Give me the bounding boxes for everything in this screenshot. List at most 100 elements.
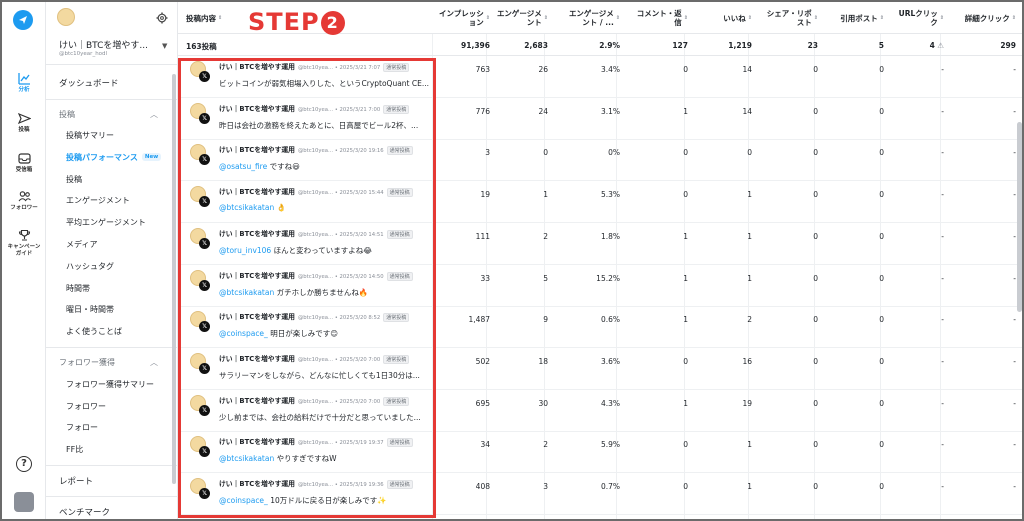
sidebar-item-follower-3[interactable]: FF比 <box>66 444 83 455</box>
rail-item-4[interactable]: キャンペーン ガイド <box>2 229 46 258</box>
column-header-4[interactable]: コメント・返信 ⇕ <box>620 2 688 34</box>
metric-cell: 1 <box>683 231 688 241</box>
mention-link[interactable]: @btcsikakatan <box>219 203 274 212</box>
column-header-6[interactable]: シェア・リポスト ⇕ <box>752 2 818 34</box>
table-row[interactable]: 𝕏 けい｜BTCを増やす運用 @btc10yea... • 2025/3/21 7:… <box>178 57 1022 98</box>
post-body: ビットコインが弱気相場入りした、というCryptoQuant CE... <box>219 79 429 88</box>
post-header: けい｜BTCを増やす運用 @btc10yea... • 2025/3/20 14:… <box>219 228 413 239</box>
mention-link[interactable]: @btcsikakatan <box>219 454 274 463</box>
metric-cell: 0.7% <box>600 482 620 491</box>
table-scrollbar[interactable] <box>1017 122 1022 312</box>
column-header-1[interactable]: インプレッション ⇕ <box>436 2 490 34</box>
totals-cell: 163投稿 <box>186 42 217 51</box>
post-text[interactable]: @coinspace_ 明日が楽しみです😊 <box>219 328 429 339</box>
metric-cell: 4.3% <box>600 398 620 408</box>
metric-cell: - <box>941 315 944 325</box>
sidebar-item-post-5[interactable]: メディア <box>66 239 97 250</box>
x-logo-icon: 𝕏 <box>199 279 210 291</box>
sidebar-item-post-0[interactable]: 投稿サマリー <box>66 130 114 141</box>
post-text[interactable]: @btcsikakatan 👌 <box>219 203 429 212</box>
app-logo-icon[interactable] <box>13 10 33 30</box>
post-text[interactable]: サラリーマンをしながら、どんなに忙しくても1日30分は... <box>219 370 429 381</box>
post-text[interactable]: @btcsikakatan ガチホしか勝ちませんね🔥 <box>219 287 429 298</box>
sidebar-item-post-7[interactable]: 時間帯 <box>66 283 90 294</box>
post-author: けい｜BTCを増やす運用 <box>219 480 295 488</box>
post-text[interactable]: ビットコインが弱気相場入りした、というCryptoQuant CE... <box>219 78 429 89</box>
post-text[interactable]: @toru_inv106 ほんと変わっていますよね😂 <box>219 245 429 256</box>
sidebar-item-post-3[interactable]: エンゲージメント <box>66 195 130 206</box>
column-header-5[interactable]: いいね ⇕ <box>688 2 752 34</box>
metric-cell: 0 <box>683 65 688 74</box>
rail-item-3[interactable]: フォロワー <box>2 190 46 212</box>
post-author: けい｜BTCを増やす運用 <box>219 438 295 447</box>
chevron-up-icon[interactable]: ︿ <box>150 357 158 368</box>
post-text[interactable]: @btcsikakatan やりすぎですねW <box>219 453 429 464</box>
sidebar-item-label: 時間帯 <box>66 283 90 293</box>
sidebar-item-follower-2[interactable]: フォロー <box>66 422 98 433</box>
metric-cell: 0 <box>813 315 818 325</box>
metric-cell: 34 <box>480 440 490 450</box>
column-header-8[interactable]: URLクリック ⇕ <box>884 2 944 34</box>
sidebar-item-follower-0[interactable]: フォロワー獲得サマリー <box>66 379 154 390</box>
sidebar-item-benchmark[interactable]: ベンチマーク <box>59 506 110 518</box>
post-text[interactable]: 昨日は会社の激務を終えたあとに、日高屋でビール2杯、... <box>219 120 429 131</box>
table-row[interactable]: 𝕏 けい｜BTCを増やす運用 @btc10yea... • 2025/3/19 19… <box>178 432 1022 474</box>
table-row[interactable]: 𝕏 けい｜BTCを増やす運用 @btc10yea... • 2025/3/20 7:… <box>178 391 1022 432</box>
table-row[interactable]: 𝕏 けい｜BTCを増やす運用 @btc10yea... • 2025/3/19 19… <box>178 474 1022 515</box>
new-badge: New <box>141 153 162 162</box>
divider <box>46 64 177 65</box>
post-text[interactable]: @osatsu_fire ですね😃 <box>219 161 429 172</box>
rail-item-0[interactable]: 分析 <box>2 72 46 94</box>
column-header-7[interactable]: 引用ポスト ⇕ <box>818 2 884 34</box>
table-row[interactable]: 𝕏 けい｜BTCを増やす運用 @btc10yea... • 2025/3/20 19… <box>178 140 1022 182</box>
account-name[interactable]: けい｜BTCを増やす... <box>59 38 164 51</box>
table-row[interactable]: 𝕏 けい｜BTCを増やす運用 @btc10yea... • 2025/3/20 14… <box>178 224 1022 265</box>
mention-link[interactable]: @toru_inv106 <box>219 246 271 255</box>
mention-link[interactable]: @btcsikakatan <box>219 288 274 297</box>
sidebar-group-posts[interactable]: 投稿 <box>59 109 75 120</box>
send-icon <box>17 112 31 125</box>
metric-cell: 3 <box>543 482 548 491</box>
table-row[interactable]: 𝕏 けい｜BTCを増やす運用 @btc10yea... • 2025/3/20 14… <box>178 266 1022 307</box>
account-avatar[interactable] <box>57 8 75 26</box>
mention-link[interactable]: @coinspace_ <box>219 329 268 338</box>
table-row[interactable]: 𝕏 けい｜BTCを増やす運用 @btc10yea... • 2025/3/20 7:… <box>178 349 1022 390</box>
mention-link[interactable]: @osatsu_fire <box>219 162 267 171</box>
sort-icon[interactable]: ⇕ <box>1012 14 1016 23</box>
rail-item-1[interactable]: 投稿 <box>2 112 46 134</box>
table-row[interactable]: 𝕏 けい｜BTCを増やす運用 @btc10yea... • 2025/3/20 8:… <box>178 307 1022 349</box>
table-row[interactable]: 𝕏 けい｜BTCを増やす運用 @btc10yea... • 2025/3/20 15… <box>178 182 1022 224</box>
sidebar-item-post-8[interactable]: 曜日・時間帯 <box>66 304 114 315</box>
chevron-up-icon[interactable]: ︿ <box>150 109 158 120</box>
sidebar-item-post-4[interactable]: 平均エンゲージメント <box>66 217 146 228</box>
column-header-3[interactable]: エンゲージメント / ... ⇕ <box>548 2 620 34</box>
mention-link[interactable]: @coinspace_ <box>219 496 268 505</box>
sidebar-item-post-6[interactable]: ハッシュタグ <box>66 261 114 272</box>
metric-cell: 408 <box>475 482 490 491</box>
post-type-tag: 通常投稿 <box>386 188 413 198</box>
metric-cell: 0 <box>879 65 884 74</box>
help-icon[interactable]: ? <box>16 456 32 472</box>
sidebar-item-post-1[interactable]: 投稿パフォーマンス New <box>66 152 162 163</box>
metric-cell: 0 <box>813 482 818 491</box>
post-text[interactable]: @coinspace_ 10万ドルに戻る日が楽しみです✨ <box>219 495 429 506</box>
rail-item-2[interactable]: 受信箱 <box>2 152 46 174</box>
sidebar-item-dashboard[interactable]: ダッシュボード <box>59 77 119 89</box>
table-row[interactable]: 𝕏 けい｜BTCを増やす運用 @btc10yea... • 2025/3/21 7:… <box>178 99 1022 140</box>
divider <box>46 465 177 466</box>
sidebar-item-post-9[interactable]: よく使うことば <box>66 326 122 337</box>
sort-icon[interactable]: ⇕ <box>218 14 222 23</box>
sidebar-item-label: エンゲージメント <box>66 196 130 206</box>
post-text[interactable]: 少し前までは、会社の給料だけで十分だと思っていました... <box>219 412 429 423</box>
sidebar-group-followers[interactable]: フォロワー獲得 <box>59 357 115 368</box>
metric-cell: 16 <box>742 356 752 366</box>
chevron-down-icon[interactable]: ▼ <box>162 42 167 50</box>
column-header-9[interactable]: 詳細クリック ⇕ <box>944 2 1016 34</box>
column-header-2[interactable]: エンゲージメント ⇕ <box>490 2 548 34</box>
post-meta: @btc10yea... • 2025/3/21 7:00 <box>297 106 381 113</box>
sidebar-item-follower-1[interactable]: フォロワー <box>66 401 106 412</box>
sidebar-scrollbar[interactable] <box>172 74 176 484</box>
gear-icon[interactable] <box>156 12 168 24</box>
sidebar-item-report[interactable]: レポート <box>59 475 93 487</box>
sidebar-item-post-2[interactable]: 投稿 <box>66 174 82 185</box>
